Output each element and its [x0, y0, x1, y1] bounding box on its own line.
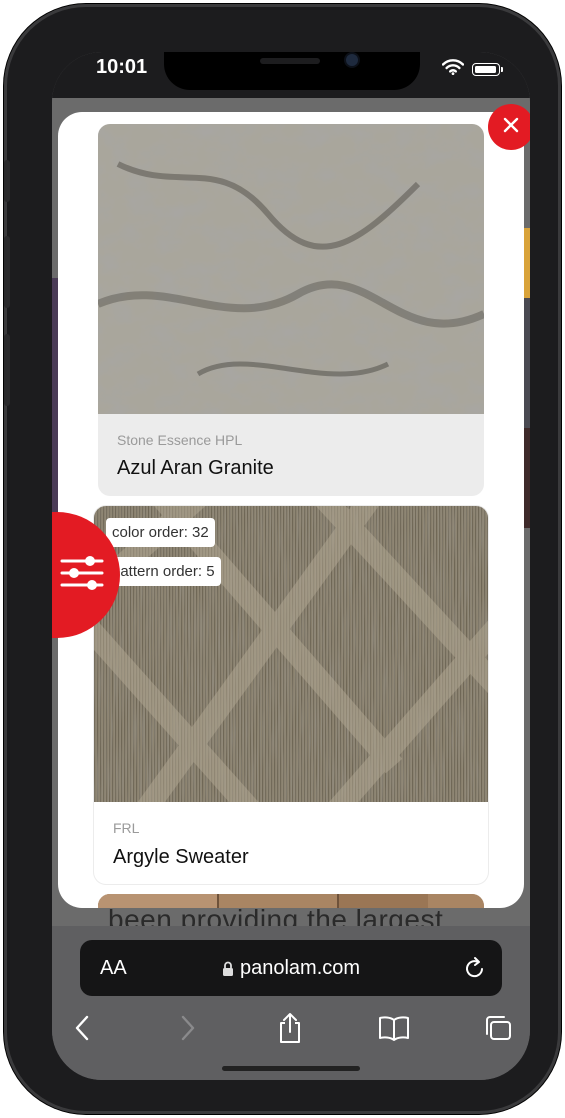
front-camera — [346, 54, 358, 66]
product-category: Stone Essence HPL — [117, 432, 243, 448]
product-name: Azul Aran Granite — [117, 457, 274, 479]
sliders-icon — [60, 553, 104, 598]
mute-switch — [4, 160, 10, 202]
back-button[interactable] — [60, 1008, 104, 1052]
product-card[interactable]: Stone Essence HPL Azul Aran Granite — [98, 124, 484, 496]
product-name: Argyle Sweater — [113, 846, 249, 868]
volume-down-button — [4, 334, 10, 406]
pattern-order-badge: pattern order: 5 — [106, 557, 221, 586]
product-modal: Stone Essence HPL Azul Aran Granite colo… — [58, 112, 524, 908]
url-display[interactable]: panolam.com — [80, 957, 502, 982]
product-card-partial[interactable] — [98, 894, 484, 908]
chevron-right-icon — [181, 1015, 195, 1046]
status-time: 10:01 — [96, 56, 148, 78]
reload-icon[interactable] — [464, 956, 486, 985]
granite-texture-image — [98, 124, 484, 414]
share-button[interactable] — [268, 1008, 312, 1052]
url-text: panolam.com — [239, 957, 361, 979]
home-indicator — [222, 1066, 360, 1071]
bookmarks-button[interactable] — [372, 1008, 416, 1052]
argyle-texture-image — [94, 506, 488, 802]
screen: been providing the largest 10:01 Stone E… — [52, 52, 530, 1080]
product-card[interactable]: color order: 32 pattern order: 5 FRL Arg… — [94, 506, 488, 884]
share-icon — [277, 1012, 303, 1049]
tabs-icon — [483, 1014, 513, 1047]
address-bar[interactable]: AA panolam.com — [80, 940, 502, 996]
tabs-button[interactable] — [476, 1008, 520, 1052]
color-order-badge: color order: 32 — [106, 518, 215, 547]
chevron-left-icon — [75, 1015, 89, 1046]
battery-icon — [472, 62, 503, 76]
lock-icon — [222, 959, 234, 982]
close-icon — [502, 116, 520, 139]
notch — [164, 52, 420, 90]
book-icon — [378, 1015, 410, 1046]
browser-toolbar: AA panolam.com — [52, 926, 530, 1080]
speaker-grille — [260, 58, 320, 64]
product-category: FRL — [113, 820, 140, 836]
status-icons — [441, 58, 503, 80]
status-bar: 10:01 — [52, 52, 530, 98]
forward-button[interactable] — [166, 1008, 210, 1052]
wifi-icon — [441, 58, 465, 80]
wood-texture-image — [98, 894, 484, 908]
volume-up-button — [4, 236, 10, 308]
browser-nav — [52, 1008, 530, 1052]
phone-frame: been providing the largest 10:01 Stone E… — [4, 4, 561, 1114]
close-button[interactable] — [488, 104, 530, 150]
